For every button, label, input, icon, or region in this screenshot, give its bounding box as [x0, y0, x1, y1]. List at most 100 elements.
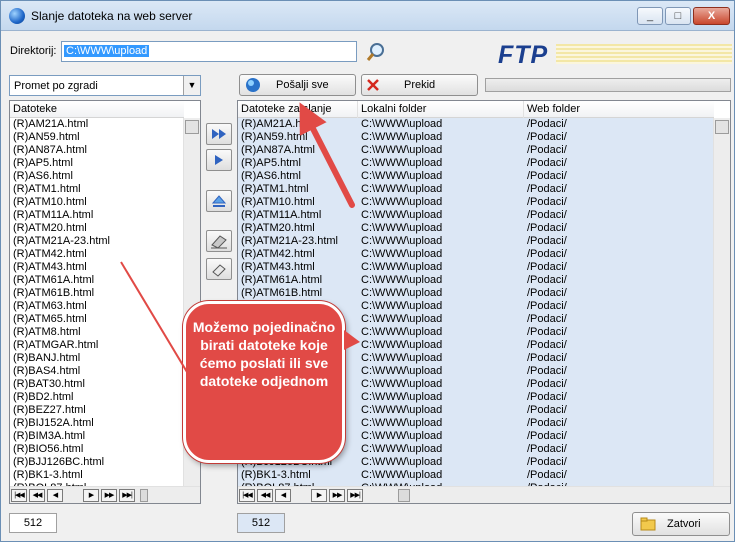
- add-all-button[interactable]: [206, 123, 232, 145]
- nav-first-button[interactable]: |◀◀: [11, 489, 27, 502]
- nav-next-page-button[interactable]: ▶▶: [101, 489, 117, 502]
- list-item[interactable]: (R)AP5.html: [13, 157, 110, 170]
- remove-selected-button[interactable]: [206, 258, 232, 280]
- cell-web: /Podaci/: [527, 118, 567, 130]
- cell-web: /Podaci/: [527, 235, 567, 247]
- list-item[interactable]: (R)ATM61B.html: [13, 287, 110, 300]
- nav-last-button[interactable]: ▶▶|: [347, 489, 363, 502]
- directory-label: Direktorij:: [10, 45, 57, 57]
- list-item[interactable]: (R)ATMGAR.html: [13, 339, 110, 352]
- column-header-local-folder[interactable]: Lokalni folder: [358, 101, 524, 118]
- nav-next-button[interactable]: ▶: [311, 489, 327, 502]
- upload-grid-header: Datoteke za slanje Lokalni folder Web fo…: [238, 101, 714, 118]
- nav-prev-page-button[interactable]: ◀◀: [29, 489, 45, 502]
- close-window-button[interactable]: X: [693, 7, 730, 25]
- cross-icon: [367, 79, 379, 91]
- column-header-files[interactable]: Datoteke: [10, 101, 184, 118]
- send-all-button[interactable]: Pošalji sve: [239, 74, 356, 96]
- list-item[interactable]: (R)ATM10.html: [13, 196, 110, 209]
- list-item[interactable]: (R)BAT30.html: [13, 378, 110, 391]
- list-item[interactable]: (R)BEZ27.html: [13, 404, 110, 417]
- nav-next-page-button[interactable]: ▶▶: [329, 489, 345, 502]
- chevron-down-icon[interactable]: ▼: [183, 76, 200, 95]
- horizontal-scroll-thumb[interactable]: [140, 489, 148, 502]
- add-selected-button[interactable]: [206, 149, 232, 171]
- list-item[interactable]: (R)AS6.html: [13, 170, 110, 183]
- title-bar: Slanje datoteka na web server _ □ X: [1, 1, 734, 31]
- eraser-icon: [212, 264, 226, 277]
- close-button[interactable]: Zatvori: [632, 512, 730, 536]
- scroll-thumb[interactable]: [185, 120, 199, 134]
- list-item[interactable]: (R)ATM8.html: [13, 326, 110, 339]
- clear-all-button[interactable]: [206, 230, 232, 252]
- cell-web: /Podaci/: [527, 170, 567, 182]
- list-item[interactable]: (R)ATM43.html: [13, 261, 110, 274]
- upload-vertical-scrollbar[interactable]: [713, 118, 730, 486]
- list-item[interactable]: (R)ATM21A-23.html: [13, 235, 110, 248]
- cell-local: C:\WWW\upload: [361, 430, 443, 442]
- list-item[interactable]: (R)BAS4.html: [13, 365, 110, 378]
- table-row[interactable]: (R)ATM11A.html C:\WWW\upload/Podaci/: [238, 209, 714, 222]
- table-row[interactable]: (R)AN59.html C:\WWW\upload/Podaci/: [238, 131, 714, 144]
- abort-button[interactable]: Prekid: [361, 74, 478, 96]
- cell-local: C:\WWW\upload: [361, 365, 443, 377]
- table-row[interactable]: (R)ATM21A-23.html C:\WWW\upload/Podaci/: [238, 235, 714, 248]
- list-item[interactable]: (R)ATM11A.html: [13, 209, 110, 222]
- list-item[interactable]: (R)ATM65.html: [13, 313, 110, 326]
- maximize-button[interactable]: □: [665, 7, 691, 25]
- nav-prev-page-button[interactable]: ◀◀: [257, 489, 273, 502]
- globe-icon: [246, 78, 260, 92]
- horizontal-scroll-thumb[interactable]: [398, 489, 410, 502]
- table-row[interactable]: (R)ATM61B.html C:\WWW\upload/Podaci/: [238, 287, 714, 300]
- list-item[interactable]: (R)BJJ126BC.html: [13, 456, 110, 469]
- table-row[interactable]: (R)ATM43.html C:\WWW\upload/Podaci/: [238, 261, 714, 274]
- nav-prev-button[interactable]: ◀: [47, 489, 63, 502]
- nav-first-button[interactable]: |◀◀: [239, 489, 255, 502]
- directory-input[interactable]: C:\WWW\upload: [61, 41, 357, 62]
- cell-local: C:\WWW\upload: [361, 313, 443, 325]
- list-item[interactable]: (R)ATM20.html: [13, 222, 110, 235]
- table-row[interactable]: (R)ATM42.html C:\WWW\upload/Podaci/: [238, 248, 714, 261]
- cell-local: C:\WWW\upload: [361, 209, 443, 221]
- nav-last-button[interactable]: ▶▶|: [119, 489, 135, 502]
- move-up-button[interactable]: [206, 190, 232, 212]
- list-item[interactable]: (R)BD2.html: [13, 391, 110, 404]
- list-item[interactable]: (R)BANJ.html: [13, 352, 110, 365]
- erase-all-icon: [211, 235, 227, 249]
- list-item[interactable]: (R)AM21A.html: [13, 118, 110, 131]
- nav-prev-button[interactable]: ◀: [275, 489, 291, 502]
- list-item[interactable]: (R)ATM1.html: [13, 183, 110, 196]
- list-item[interactable]: (R)BK1-3.html: [13, 469, 110, 482]
- cell-web: /Podaci/: [527, 365, 567, 377]
- minimize-button[interactable]: _: [637, 7, 663, 25]
- list-item[interactable]: (R)AN87A.html: [13, 144, 110, 157]
- table-row[interactable]: (R)ATM61A.html C:\WWW\upload/Podaci/: [238, 274, 714, 287]
- cell-local: C:\WWW\upload: [361, 352, 443, 364]
- list-item[interactable]: (R)ATM42.html: [13, 248, 110, 261]
- list-item[interactable]: (R)BIJ152A.html: [13, 417, 110, 430]
- table-row[interactable]: (R)AN87A.html C:\WWW\upload/Podaci/: [238, 144, 714, 157]
- report-type-dropdown[interactable]: Promet po zgradi ▼: [9, 75, 201, 96]
- cell-local: C:\WWW\upload: [361, 404, 443, 416]
- cell-file: (R)ATM61A.html: [241, 274, 323, 286]
- table-row[interactable]: (R)AS6.html C:\WWW\upload/Podaci/: [238, 170, 714, 183]
- nav-next-button[interactable]: ▶: [83, 489, 99, 502]
- list-item[interactable]: (R)BIO56.html: [13, 443, 110, 456]
- cell-local: C:\WWW\upload: [361, 196, 443, 208]
- table-row[interactable]: (R)ATM1.html C:\WWW\upload/Podaci/: [238, 183, 714, 196]
- scroll-thumb[interactable]: [715, 120, 729, 134]
- list-item[interactable]: (R)ATM61A.html: [13, 274, 110, 287]
- cell-local: C:\WWW\upload: [361, 170, 443, 182]
- list-item[interactable]: (R)AN59.html: [13, 131, 110, 144]
- search-icon[interactable]: [365, 41, 387, 63]
- table-row[interactable]: (R)ATM10.html C:\WWW\upload/Podaci/: [238, 196, 714, 209]
- column-header-files-to-send[interactable]: Datoteke za slanje: [238, 101, 358, 118]
- list-item[interactable]: (R)BIM3A.html: [13, 430, 110, 443]
- table-row[interactable]: (R)AP5.html C:\WWW\upload/Podaci/: [238, 157, 714, 170]
- source-file-list[interactable]: Datoteke (R)AM21A.html (R)AN59.html (R)AN8…: [9, 100, 201, 504]
- column-header-web-folder[interactable]: Web folder: [524, 101, 714, 118]
- table-row[interactable]: (R)AM21A.html C:\WWW\upload/Podaci/: [238, 118, 714, 131]
- list-item[interactable]: (R)ATM63.html: [13, 300, 110, 313]
- table-row[interactable]: (R)ATM20.html C:\WWW\upload/Podaci/: [238, 222, 714, 235]
- table-row[interactable]: (R)BK1-3.html C:\WWW\upload/Podaci/: [238, 469, 714, 482]
